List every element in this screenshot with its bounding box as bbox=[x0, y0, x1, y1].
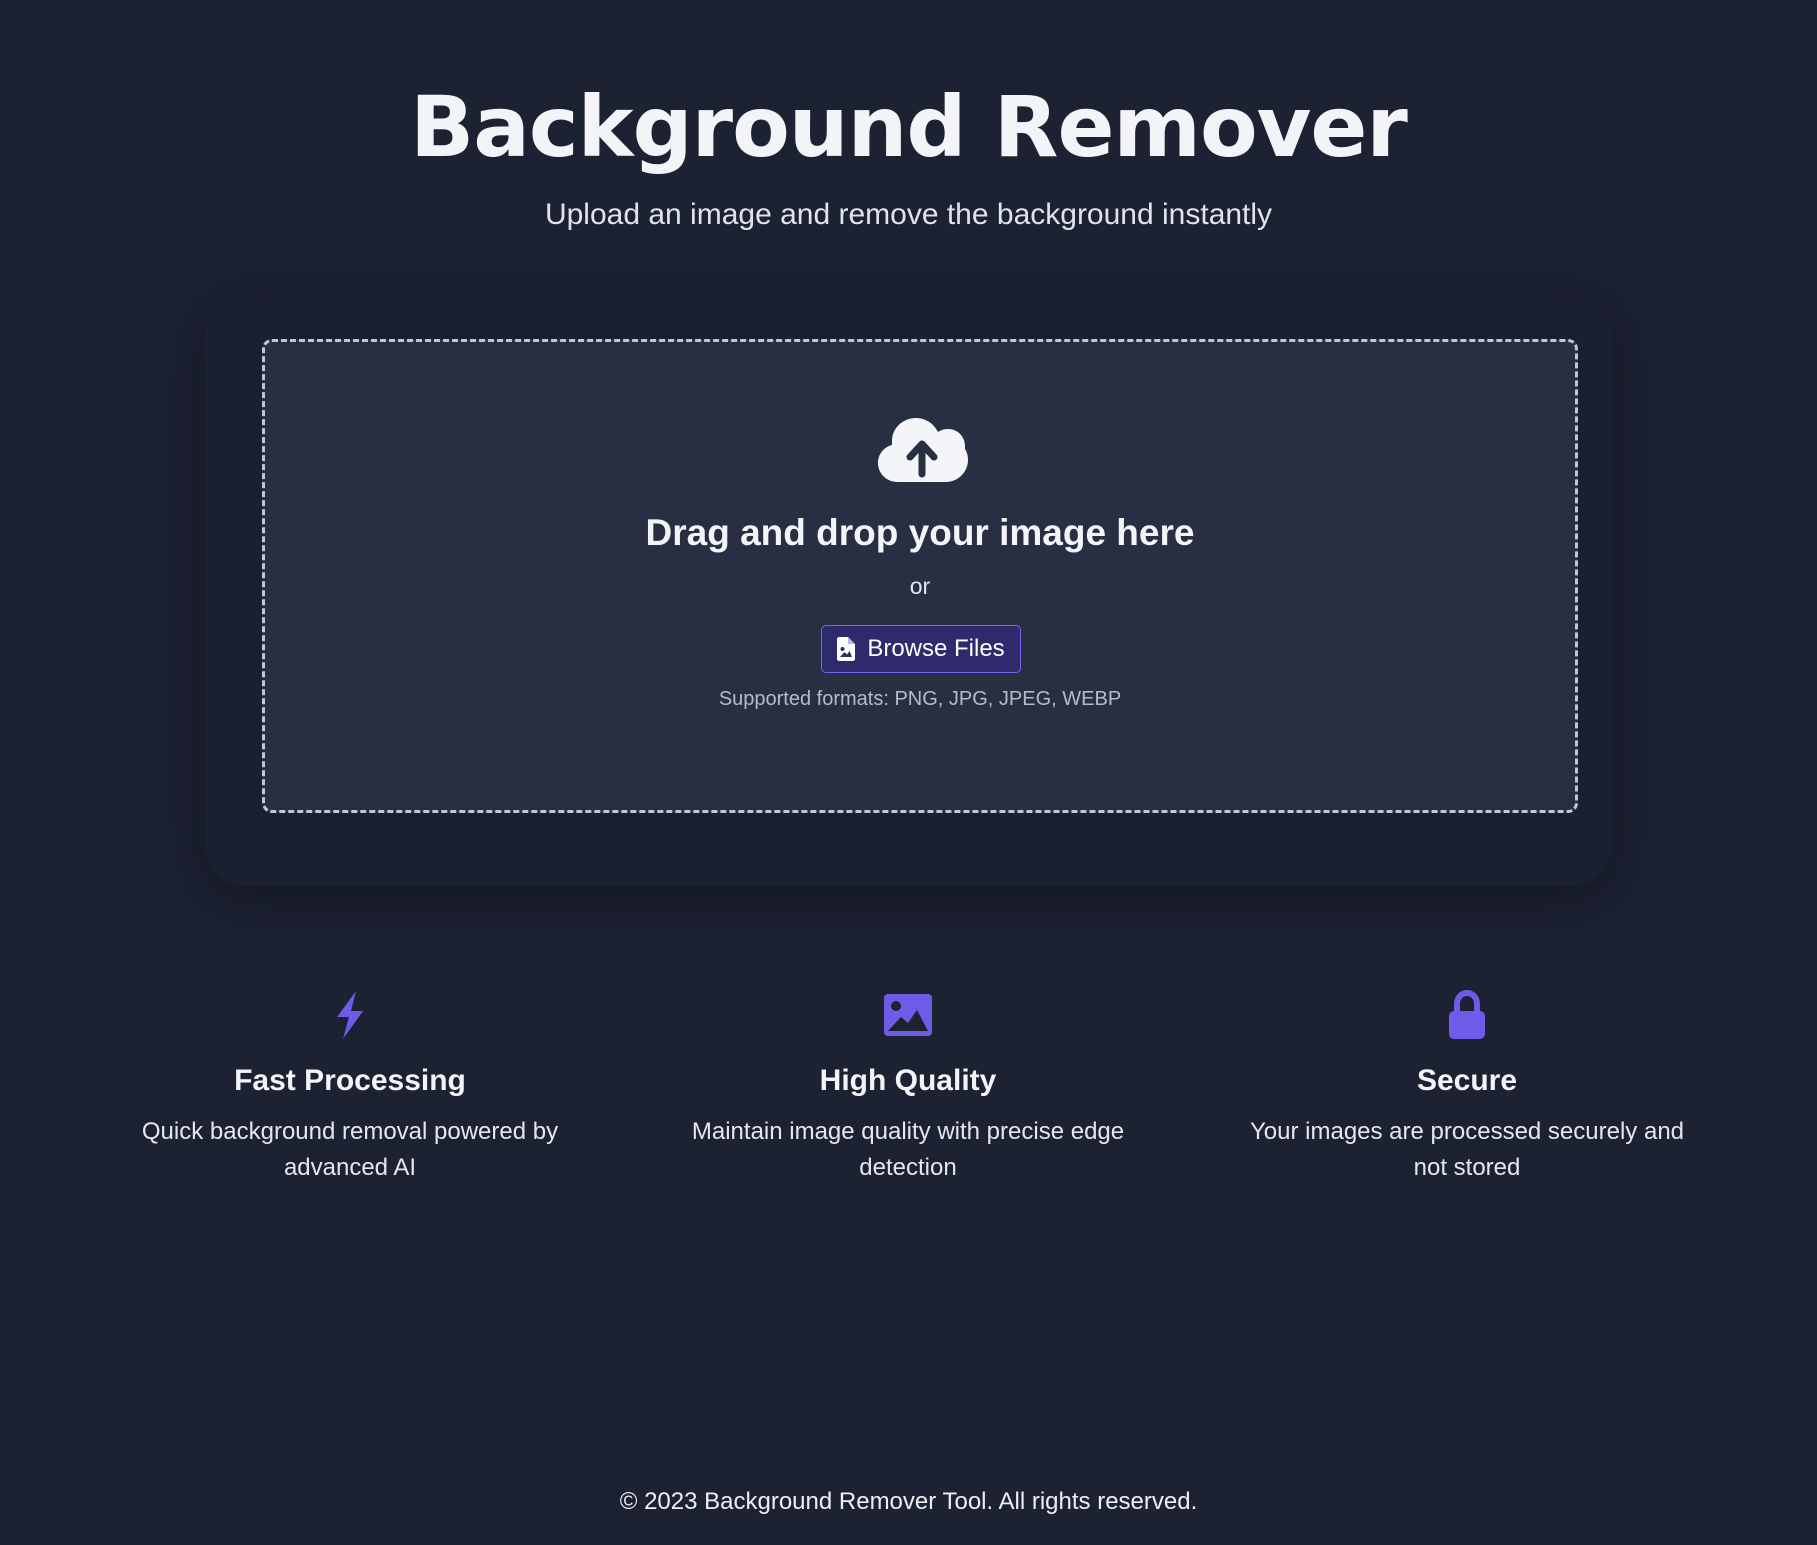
feature-title: Secure bbox=[1416, 1064, 1518, 1097]
browse-files-button[interactable]: Browse Files bbox=[821, 625, 1021, 673]
image-icon bbox=[884, 994, 932, 1036]
feature-description: Maintain image quality with precise edge… bbox=[691, 1118, 1125, 1181]
feature-title: Fast Processing bbox=[234, 1064, 466, 1097]
or-separator: or bbox=[909, 573, 931, 599]
supported-formats: Supported formats: PNG, JPG, JPEG, WEBP bbox=[718, 688, 1122, 710]
feature-high-quality: High Quality Maintain image quality with… bbox=[678, 990, 1138, 1186]
dropzone[interactable]: Drag and drop your image here or Browse … bbox=[262, 339, 1578, 813]
page: Background Remover Upload an image and r… bbox=[0, 0, 1817, 1545]
drop-heading: Drag and drop your image here bbox=[645, 512, 1195, 553]
file-image-icon bbox=[837, 637, 856, 661]
page-subtitle: Upload an image and remove the backgroun… bbox=[544, 198, 1273, 231]
feature-fast-processing: Fast Processing Quick background removal… bbox=[120, 990, 580, 1186]
features-section: Fast Processing Quick background removal… bbox=[120, 990, 1800, 1190]
lock-icon bbox=[1449, 990, 1485, 1039]
browse-files-label: Browse Files bbox=[867, 635, 1005, 662]
bolt-icon bbox=[337, 991, 363, 1039]
page-header: Background Remover Upload an image and r… bbox=[0, 72, 1817, 232]
feature-secure: Secure Your images are processed securel… bbox=[1237, 990, 1697, 1186]
feature-description: Your images are processed securely and n… bbox=[1249, 1118, 1685, 1181]
copyright-text: © 2023 Background Remover Tool. All righ… bbox=[619, 1488, 1198, 1515]
page-title: Background Remover bbox=[410, 78, 1408, 176]
feature-title: High Quality bbox=[819, 1064, 997, 1097]
feature-description: Quick background removal powered by adva… bbox=[141, 1118, 559, 1181]
cloud-upload-icon bbox=[878, 418, 968, 482]
footer: © 2023 Background Remover Tool. All righ… bbox=[0, 1488, 1817, 1516]
